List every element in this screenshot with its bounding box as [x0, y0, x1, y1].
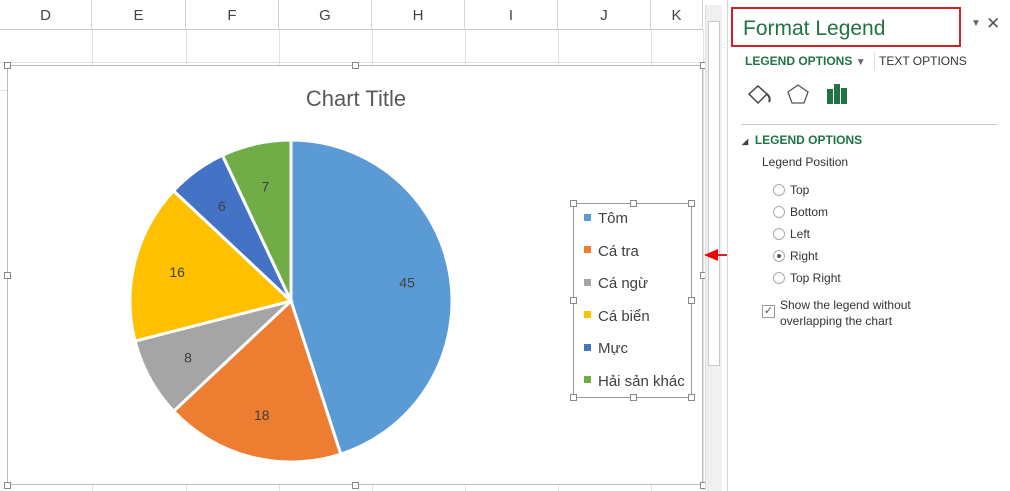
legend-position-radio[interactable]: Left [773, 227, 810, 241]
legend-label: Hải sản khác [598, 372, 685, 390]
legend-entry[interactable]: Cá tra [584, 243, 639, 260]
legend-label: Tôm [598, 210, 628, 227]
legend-resize-handle[interactable] [570, 394, 577, 401]
radio-button[interactable] [773, 249, 785, 262]
legend-swatch [584, 311, 591, 319]
radio-button[interactable] [773, 183, 785, 196]
legend-label: Mực [598, 340, 629, 357]
legend-entry[interactable]: Mực [584, 340, 628, 357]
legend-options-bar-icon[interactable] [826, 82, 850, 106]
column-header[interactable]: E [92, 0, 186, 30]
data-label[interactable]: 45 [399, 275, 415, 291]
chart-area[interactable]: Chart Title 45 18 8 16 6 7 Tôm Cá tra Cá ngừ Cá … [4, 62, 707, 489]
legend-label: Cá ngừ [598, 275, 649, 292]
tab-text-options[interactable]: TEXT OPTIONS [879, 54, 967, 68]
legend-position-radio[interactable]: Top [773, 183, 809, 197]
radio-button[interactable] [773, 227, 785, 240]
legend-resize-handle[interactable] [688, 394, 695, 401]
column-header[interactable]: H [372, 0, 465, 30]
legend-swatch [584, 246, 591, 254]
data-label[interactable]: 7 [261, 178, 269, 194]
chart-legend[interactable]: Tôm Cá tra Cá ngừ Cá biển Mực Hải sản khác [570, 200, 695, 401]
legend-label: Cá biển [598, 307, 650, 325]
radio-button[interactable] [773, 271, 785, 284]
panel-options-dropdown-icon[interactable]: ▼ [971, 18, 981, 29]
section-legend-options[interactable]: ◢ LEGEND OPTIONS [742, 133, 862, 147]
fill-line-icon[interactable] [746, 82, 772, 108]
legend-swatch [584, 213, 591, 221]
legend-entry[interactable]: Tôm [584, 210, 628, 227]
column-header[interactable]: I [465, 0, 558, 30]
chart-resize-handle[interactable] [4, 482, 11, 489]
column-header[interactable]: K [651, 0, 703, 30]
scrollbar-thumb[interactable] [708, 21, 720, 366]
column-header[interactable]: G [279, 0, 372, 30]
data-label[interactable]: 16 [169, 264, 185, 280]
radio-label: Right [790, 249, 819, 263]
column-header[interactable]: J [558, 0, 651, 30]
legend-entry[interactable]: Cá biển [584, 308, 650, 325]
radio-label: Top [790, 183, 810, 197]
close-icon[interactable]: ✕ [986, 14, 1000, 34]
chart-resize-handle[interactable] [4, 62, 11, 69]
legend-resize-handle[interactable] [570, 297, 577, 304]
column-header[interactable]: D [0, 0, 92, 30]
data-label[interactable]: 6 [218, 198, 226, 214]
column-header[interactable]: F [186, 0, 279, 30]
radio-label: Left [790, 227, 811, 241]
overlap-checkbox[interactable]: ✓ [762, 305, 775, 318]
legend-swatch [584, 278, 591, 286]
legend-position-radio[interactable]: Right [773, 249, 818, 263]
legend-label: Cá tra [598, 242, 639, 260]
radio-label: Bottom [790, 205, 829, 219]
radio-button[interactable] [773, 205, 785, 218]
legend-position-label: Legend Position [762, 155, 849, 169]
legend-position-radio[interactable]: Top Right [773, 271, 841, 285]
radio-label: Top Right [790, 271, 841, 285]
data-label[interactable]: 18 [254, 407, 270, 423]
effects-pentagon-icon[interactable] [785, 82, 811, 108]
chart-resize-handle[interactable] [352, 62, 359, 69]
data-label[interactable]: 8 [184, 350, 192, 366]
overlap-label: Show the legend without overlapping the c… [780, 298, 911, 328]
chart-resize-handle[interactable] [4, 272, 11, 279]
legend-entry[interactable]: Hải sản khác [584, 373, 685, 390]
panel-title: Format Legend [731, 7, 961, 47]
legend-entry[interactable]: Cá ngừ [584, 275, 648, 292]
format-legend-panel: Format Legend ▼ ✕ LEGEND OPTIONS ▼ TEXT … [727, 0, 1010, 491]
chart-resize-handle[interactable] [352, 482, 359, 489]
legend-swatch [584, 343, 591, 351]
legend-resize-handle[interactable] [688, 297, 695, 304]
legend-resize-handle[interactable] [630, 200, 637, 207]
legend-resize-handle[interactable] [688, 200, 695, 207]
legend-swatch [584, 376, 591, 384]
legend-position-radio[interactable]: Bottom [773, 205, 828, 219]
legend-resize-handle[interactable] [570, 200, 577, 207]
tab-legend-options[interactable]: LEGEND OPTIONS ▼ [745, 54, 866, 68]
legend-resize-handle[interactable] [630, 394, 637, 401]
